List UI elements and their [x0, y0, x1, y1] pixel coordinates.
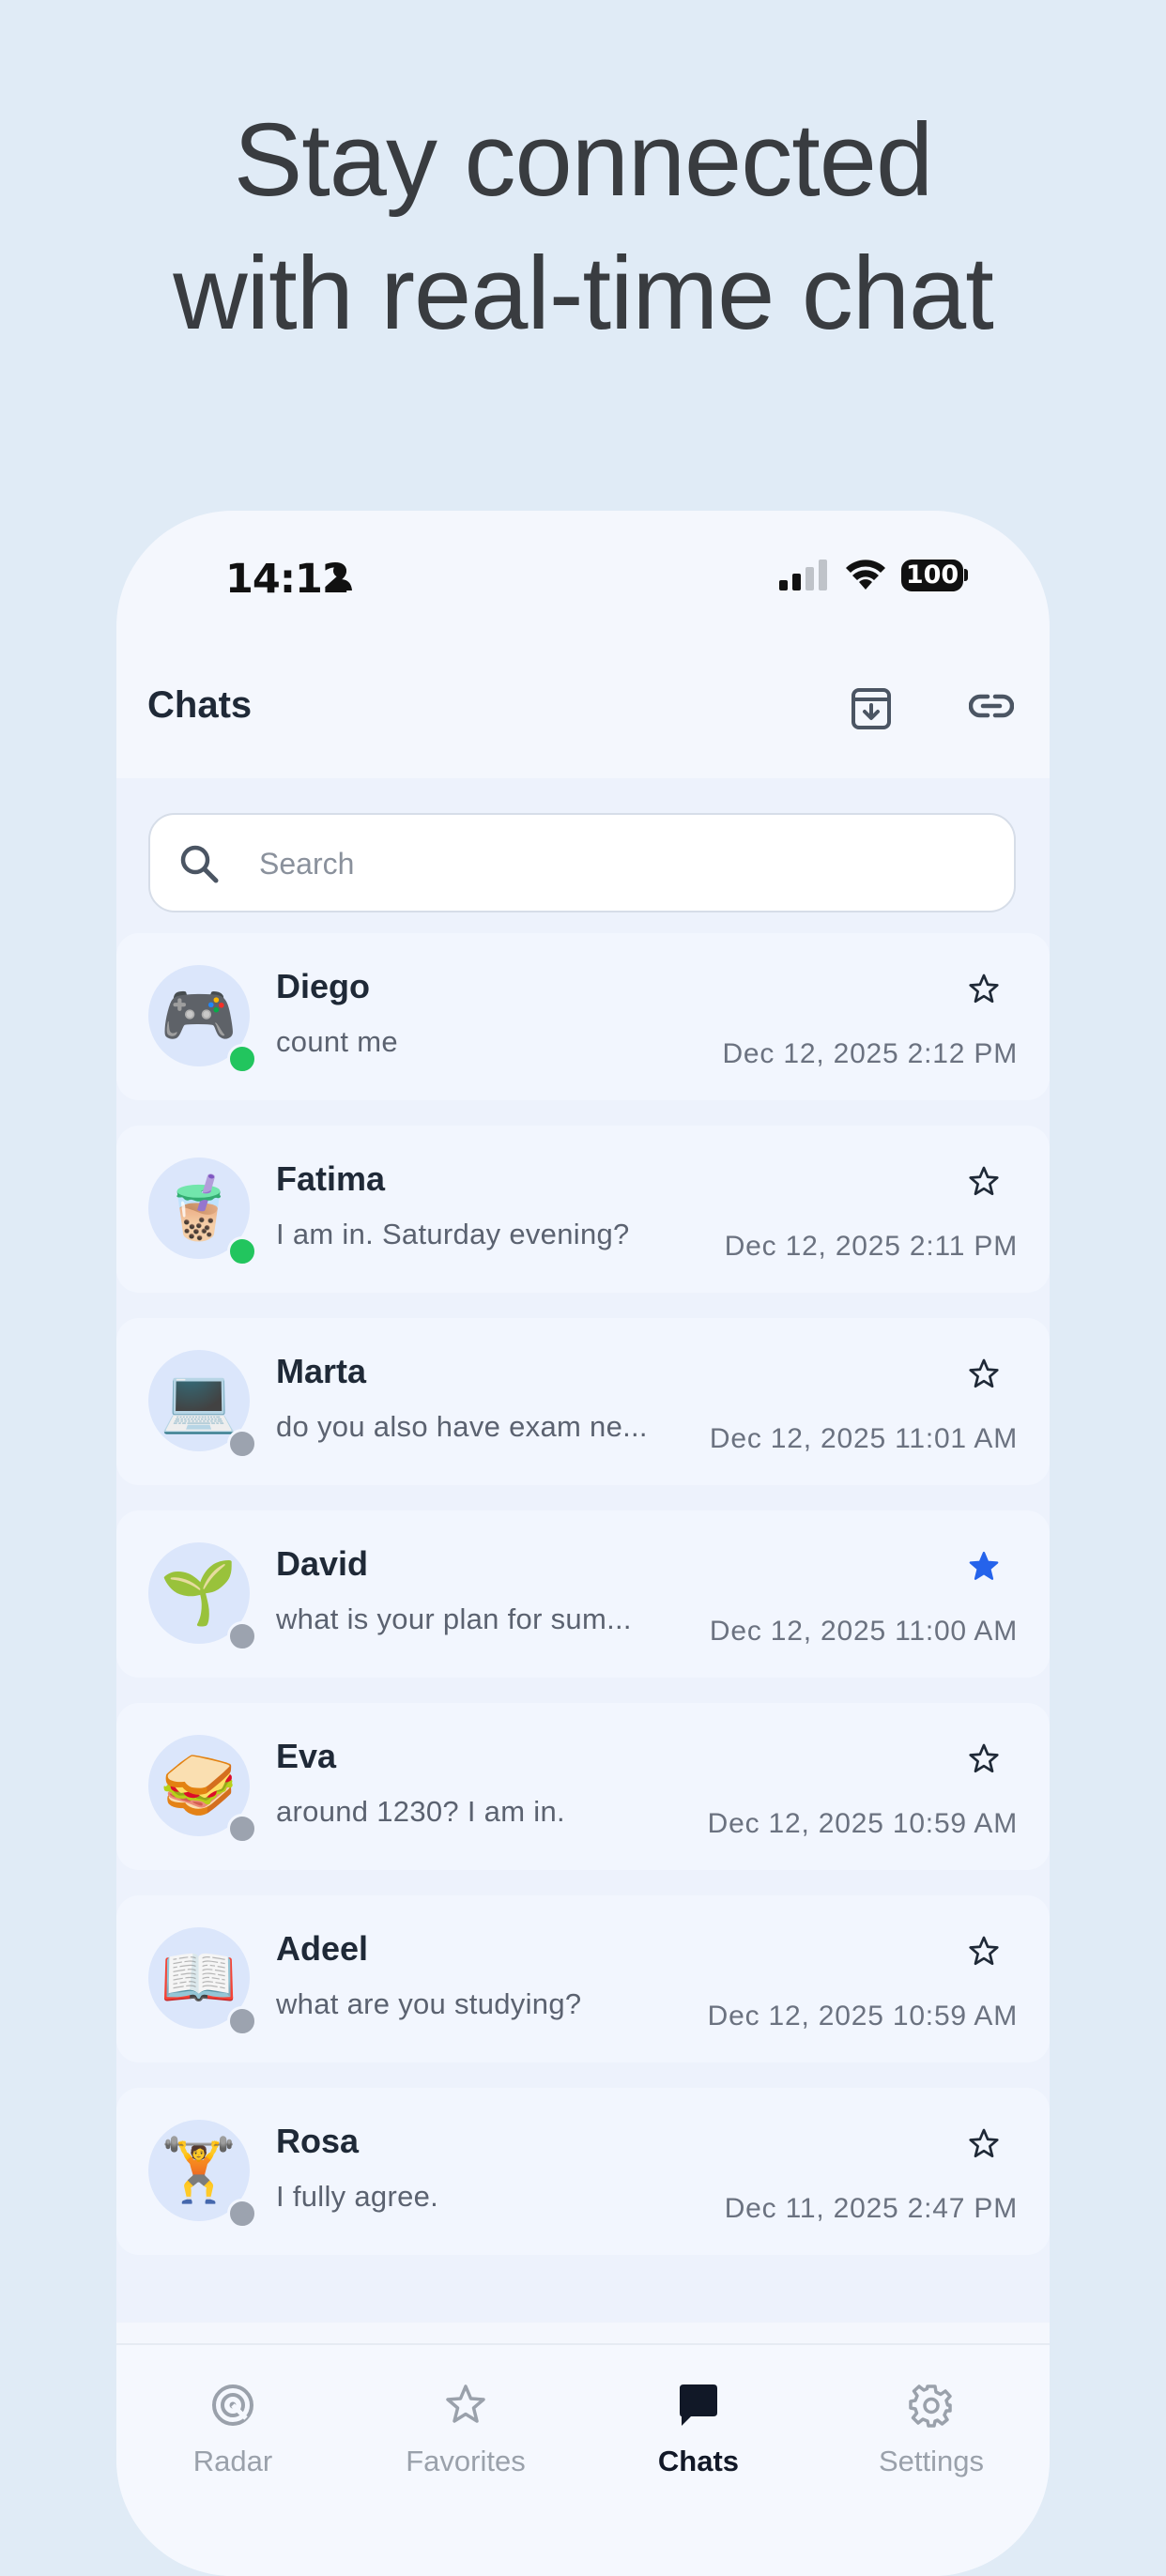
contact-name: Adeel	[276, 1929, 369, 1968]
contact-name: Eva	[276, 1737, 337, 1775]
last-message: count me	[276, 1025, 398, 1058]
chat-row-diego[interactable]: 🎮 Diego count me Dec 12, 2025 2:12 PM	[116, 933, 1050, 1100]
star-icon[interactable]	[967, 973, 1001, 1006]
link-icon[interactable]	[969, 689, 1014, 723]
star-icon[interactable]	[967, 1357, 1001, 1391]
gear-icon	[909, 2384, 952, 2428]
message-timestamp: Dec 12, 2025 2:12 PM	[722, 1038, 1018, 1069]
presence-indicator	[227, 1044, 257, 1074]
last-message: what are you studying?	[276, 1987, 582, 2020]
presence-indicator	[227, 2006, 257, 2036]
contact-name: Marta	[276, 1352, 367, 1390]
message-timestamp: Dec 12, 2025 10:59 AM	[707, 1808, 1018, 1839]
star-filled-icon[interactable]	[967, 1550, 1001, 1584]
tab-label: Settings	[878, 2445, 984, 2477]
page-title: Chats	[147, 684, 253, 726]
cellular-signal-icon	[779, 560, 827, 590]
archive-icon[interactable]	[851, 687, 892, 730]
message-timestamp: Dec 12, 2025 2:11 PM	[724, 1231, 1018, 1262]
chat-row-fatima[interactable]: 🧋 Fatima I am in. Saturday evening? Dec 12,…	[116, 1126, 1050, 1293]
last-message: what is your plan for sum...	[276, 1602, 632, 1635]
tab-favorites[interactable]: Favorites	[349, 2345, 582, 2533]
presence-indicator	[227, 1236, 257, 1266]
headline-line-2: with real-time chat	[173, 236, 994, 351]
tab-label: Favorites	[406, 2445, 526, 2477]
contact-name: David	[276, 1544, 369, 1583]
marketing-headline: Stay connected with real-time chat	[0, 94, 1166, 360]
message-timestamp: Dec 12, 2025 11:00 AM	[709, 1616, 1018, 1647]
person-icon	[328, 564, 352, 590]
star-icon[interactable]	[967, 2127, 1001, 2161]
message-timestamp: Dec 12, 2025 10:59 AM	[707, 2001, 1018, 2032]
phone-screen: 14:12 100 Chats Search 🎮 Diego count me …	[116, 511, 1050, 2576]
battery-indicator: 100	[901, 560, 963, 591]
contact-name: Fatima	[276, 1159, 386, 1198]
chat-row-rosa[interactable]: 🏋️ Rosa I fully agree. Dec 11, 2025 2:47 PM	[116, 2088, 1050, 2255]
chats-header: Chats	[116, 642, 1050, 778]
battery-tip	[964, 569, 968, 581]
presence-indicator	[227, 1621, 257, 1651]
star-icon	[446, 2384, 485, 2423]
tab-chats[interactable]: Chats	[582, 2345, 815, 2533]
search-input[interactable]	[257, 837, 974, 890]
tab-radar[interactable]: Radar	[116, 2345, 349, 2533]
status-bar: 14:12 100	[116, 511, 1050, 642]
chat-bubble-icon	[680, 2384, 717, 2426]
contact-name: Rosa	[276, 2122, 360, 2160]
chat-list-area: 🎮Diegocount meDec 12, 2025 2:12 PM🧋Fatim…	[116, 778, 1050, 2323]
bottom-tab-bar: Radar Favorites Chats Settings	[116, 2343, 1050, 2576]
star-icon[interactable]	[967, 1935, 1001, 1969]
last-message: I fully agree.	[276, 2180, 439, 2213]
tab-settings[interactable]: Settings	[815, 2345, 1048, 2533]
star-icon[interactable]	[967, 1165, 1001, 1199]
headline-line-1: Stay connected	[233, 102, 933, 218]
search-icon	[180, 845, 219, 883]
radar-icon	[212, 2384, 253, 2426]
presence-indicator	[227, 2199, 257, 2229]
wifi-icon	[846, 560, 885, 590]
presence-indicator	[227, 1814, 257, 1844]
chat-row-david[interactable]: 🌱 David what is your plan for sum... Dec 12…	[116, 1510, 1050, 1678]
chat-row-eva[interactable]: 🥪 Eva around 1230? I am in. Dec 12, 2025 10…	[116, 1703, 1050, 1870]
search-box[interactable]	[148, 813, 1016, 912]
message-timestamp: Dec 12, 2025 11:01 AM	[709, 1423, 1018, 1454]
last-message: do you also have exam ne...	[276, 1410, 648, 1443]
star-icon[interactable]	[967, 1742, 1001, 1776]
contact-name: Diego	[276, 967, 371, 1005]
message-timestamp: Dec 11, 2025 2:47 PM	[724, 2193, 1018, 2224]
last-message: around 1230? I am in.	[276, 1795, 565, 1828]
chat-row-marta[interactable]: 💻 Marta do you also have exam ne... Dec 12,…	[116, 1318, 1050, 1485]
chat-row-adeel[interactable]: 📖 Adeel what are you studying? Dec 12, 2025…	[116, 1895, 1050, 2062]
last-message: I am in. Saturday evening?	[276, 1218, 630, 1250]
tab-label: Radar	[192, 2445, 273, 2477]
tab-label: Chats	[657, 2445, 740, 2477]
presence-indicator	[227, 1429, 257, 1459]
